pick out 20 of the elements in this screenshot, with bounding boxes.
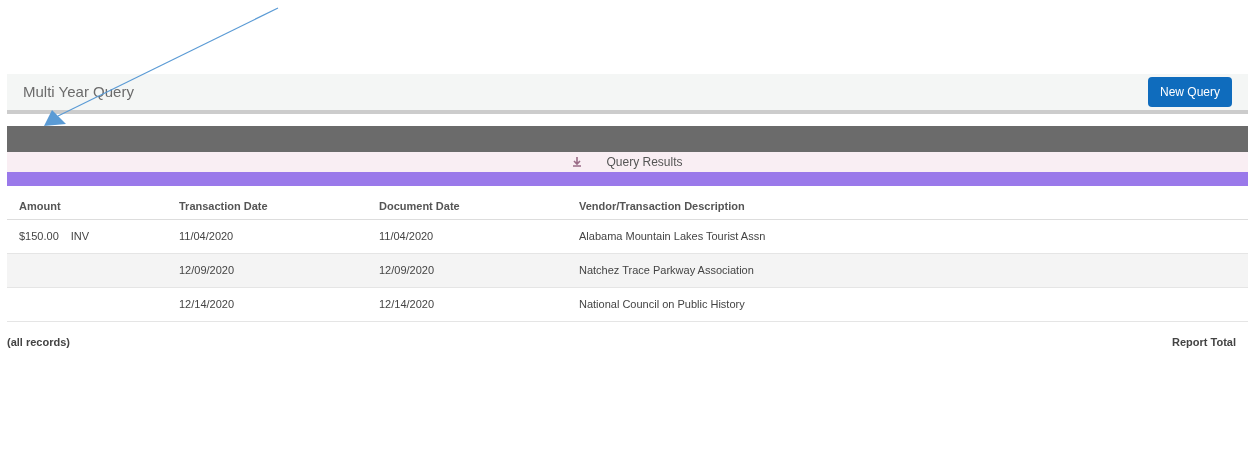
date-cell-text: 12/14/2020	[178, 296, 236, 312]
results-title: Query Results	[606, 154, 683, 171]
column-header[interactable]: Amount	[7, 198, 167, 215]
records-scope: (all records)	[7, 334, 70, 350]
amount-cell-text: $150.00	[19, 228, 59, 244]
date-cell-text: 12/09/2020	[378, 262, 436, 278]
column-header[interactable]: Transaction Date	[167, 198, 367, 215]
vendor-cell-text: Natchez Trace Parkway Association	[578, 262, 755, 278]
new-query-button[interactable]: New Query	[1147, 77, 1232, 107]
column-header[interactable]: Document Date	[367, 198, 567, 215]
type-cell-text: INV	[70, 228, 90, 244]
date-cell-text: 12/09/2020	[178, 262, 236, 278]
download-icon[interactable]	[572, 157, 583, 167]
vendor-cell-text: Alabama Mountain Lakes Tourist Assn	[578, 228, 767, 244]
vendor-cell-text: National Council on Public History	[578, 296, 746, 312]
date-cell-text: 11/04/2020	[378, 228, 435, 244]
column-header[interactable]: Vendor/Transaction Description	[567, 198, 1248, 215]
date-cell-text: 11/04/2020	[178, 228, 235, 244]
report-total-label: Report Total	[1172, 334, 1237, 350]
date-cell-text: 12/14/2020	[378, 296, 436, 312]
